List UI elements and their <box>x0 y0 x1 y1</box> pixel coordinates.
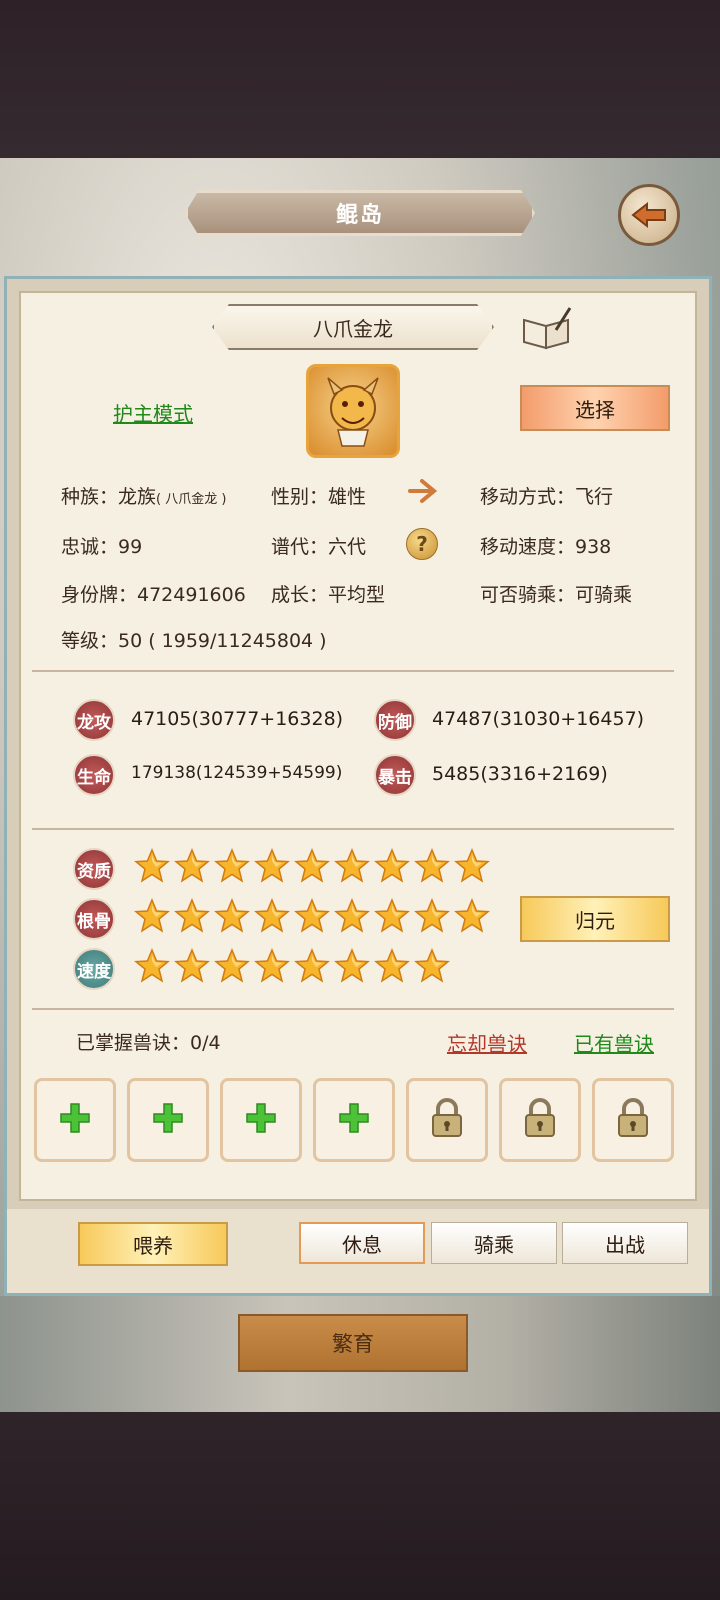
skill-slot-empty[interactable] <box>313 1078 395 1162</box>
star-icon <box>414 848 450 884</box>
quality-badge-speed: 速度 <box>73 948 115 990</box>
dragon-icon <box>327 377 379 447</box>
quality-stars-constitution <box>134 898 490 934</box>
skills-mastered-label: 已掌握兽诀：0/4 <box>76 1032 221 1054</box>
select-button[interactable]: 选择 <box>520 385 670 431</box>
race-label: 种族：龙族( 八爪金龙 ) <box>61 486 227 508</box>
star-icon <box>374 848 410 884</box>
stat-badge-defense: 防御 <box>374 699 416 741</box>
book-icon[interactable] <box>520 306 574 350</box>
star-icon <box>374 948 410 984</box>
owned-skills-link[interactable]: 已有兽诀 <box>574 1028 654 1057</box>
id-tag-label: 身份牌：472491606 <box>61 584 246 606</box>
star-icon <box>254 848 290 884</box>
stat-badge-health: 生命 <box>73 754 115 796</box>
stat-value-crit: 5485(3316+2169) <box>432 763 608 785</box>
plus-icon <box>245 1102 277 1138</box>
lock-icon <box>523 1098 557 1142</box>
move-speed-label: 移动速度：938 <box>480 536 612 558</box>
guard-mode-link[interactable]: 护主模式 <box>113 398 193 427</box>
battle-button[interactable]: 出战 <box>562 1222 688 1264</box>
star-icon <box>414 898 450 934</box>
stat-value-attack: 47105(30777+16328) <box>131 708 344 730</box>
star-icon <box>134 948 170 984</box>
forget-skill-link[interactable]: 忘却兽诀 <box>447 1028 527 1057</box>
quality-badge-aptitude: 资质 <box>73 848 115 890</box>
star-icon <box>294 898 330 934</box>
star-icon <box>134 848 170 884</box>
star-icon <box>254 948 290 984</box>
quality-stars-speed <box>134 948 450 984</box>
star-icon <box>134 898 170 934</box>
star-icon <box>454 898 490 934</box>
rest-button[interactable]: 休息 <box>299 1222 425 1264</box>
generation-label: 谱代：六代 <box>271 536 367 558</box>
growth-label: 成长：平均型 <box>271 584 386 606</box>
star-icon <box>174 898 210 934</box>
move-type-label: 移动方式：飞行 <box>480 486 614 508</box>
plus-icon <box>152 1102 184 1138</box>
star-icon <box>454 848 490 884</box>
ride-button[interactable]: 骑乘 <box>431 1222 557 1264</box>
stat-badge-crit: 暴击 <box>374 754 416 796</box>
stat-badge-attack: 龙攻 <box>73 699 115 741</box>
back-button[interactable] <box>618 184 680 246</box>
star-icon <box>334 848 370 884</box>
divider <box>32 828 674 830</box>
plus-icon <box>338 1102 370 1138</box>
skill-slot-locked[interactable] <box>406 1078 488 1162</box>
gender-switch-icon[interactable] <box>406 476 440 506</box>
gender-label: 性别：雄性 <box>271 486 367 508</box>
rideable-label: 可否骑乘：可骑乘 <box>480 584 633 606</box>
star-icon <box>214 848 250 884</box>
skill-slot-empty[interactable] <box>220 1078 302 1162</box>
star-icon <box>254 898 290 934</box>
star-icon <box>374 898 410 934</box>
star-icon <box>334 898 370 934</box>
reset-button[interactable]: 归元 <box>520 896 670 942</box>
star-icon <box>174 848 210 884</box>
quality-stars-aptitude <box>134 848 490 884</box>
star-icon <box>214 898 250 934</box>
star-icon <box>294 948 330 984</box>
feed-button[interactable]: 喂养 <box>78 1222 228 1266</box>
star-icon <box>414 948 450 984</box>
skill-slot-locked[interactable] <box>499 1078 581 1162</box>
plus-icon <box>59 1102 91 1138</box>
quality-badge-constitution: 根骨 <box>73 898 115 940</box>
loyalty-label: 忠诚：99 <box>61 536 143 558</box>
breed-button[interactable]: 繁育 <box>238 1314 468 1372</box>
level-label: 等级：50 ( 1959/11245804 ) <box>61 630 327 652</box>
divider <box>32 670 674 672</box>
page-title: 鲲岛 <box>185 190 535 236</box>
star-icon <box>214 948 250 984</box>
star-icon <box>294 848 330 884</box>
stat-value-health: 179138(124539+54599) <box>131 763 343 783</box>
pet-avatar[interactable] <box>306 364 400 458</box>
back-arrow-icon <box>631 201 666 229</box>
star-icon <box>174 948 210 984</box>
stat-value-defense: 47487(31030+16457) <box>432 708 645 730</box>
help-icon[interactable]: ? <box>406 528 438 560</box>
bottom-background <box>0 1412 720 1600</box>
skill-slot-empty[interactable] <box>127 1078 209 1162</box>
skill-slot-locked[interactable] <box>592 1078 674 1162</box>
skill-slot-empty[interactable] <box>34 1078 116 1162</box>
lock-icon <box>616 1098 650 1142</box>
star-icon <box>334 948 370 984</box>
pet-name: 八爪金龙 <box>212 304 494 350</box>
divider <box>32 1008 674 1010</box>
top-background <box>0 0 720 158</box>
lock-icon <box>430 1098 464 1142</box>
